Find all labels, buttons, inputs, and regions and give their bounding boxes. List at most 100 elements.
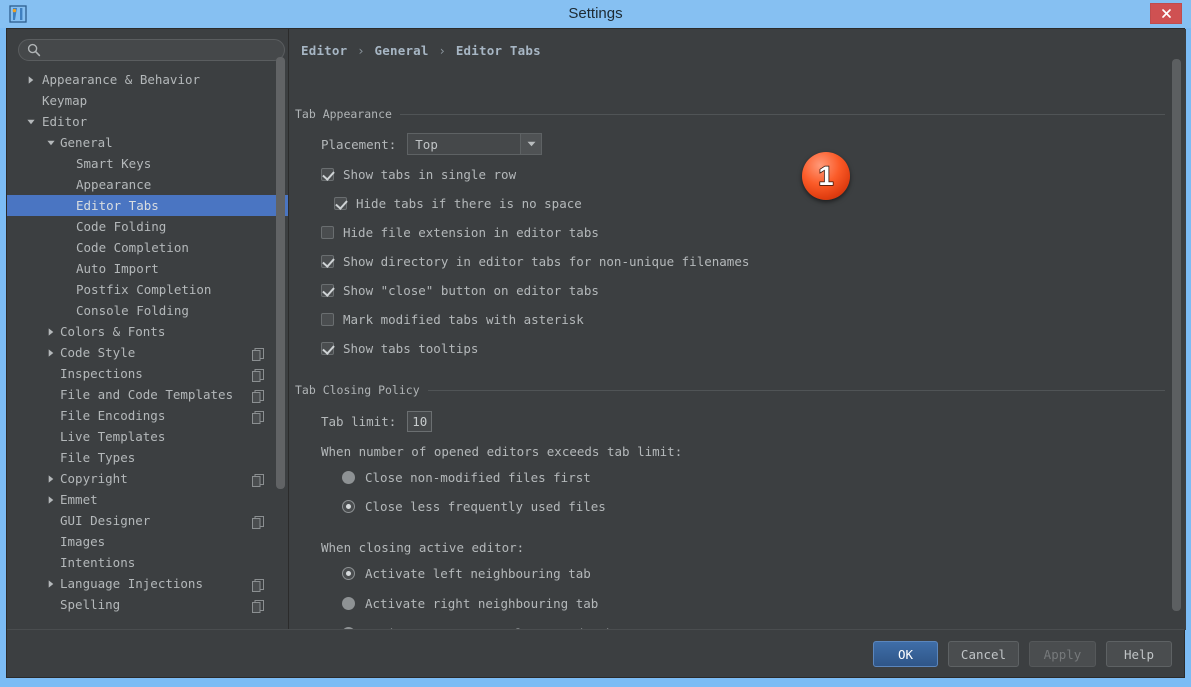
exceed-limit-label: When number of opened editors exceeds ta… xyxy=(321,444,682,459)
radio-indicator[interactable] xyxy=(342,471,355,484)
sidebar-item-file-types[interactable]: File Types xyxy=(7,447,288,468)
sidebar-scrollbar-thumb[interactable] xyxy=(276,57,285,489)
sidebar-item-label: Intentions xyxy=(60,552,135,573)
sidebar-item-label: Postfix Completion xyxy=(76,279,211,300)
dialog-button-bar: OK Cancel Apply Help xyxy=(7,629,1184,677)
checkbox-row-hide-file-extension-in-editor-tabs[interactable]: Hide file extension in editor tabs xyxy=(321,225,599,240)
sidebar-item-label: Live Templates xyxy=(60,426,165,447)
tab-limit-label: Tab limit: xyxy=(321,414,396,429)
sidebar-item-code-completion[interactable]: Code Completion xyxy=(7,237,288,258)
sidebar-item-emmet[interactable]: Emmet xyxy=(7,489,288,510)
project-scope-icon xyxy=(252,346,264,359)
title-bar: Settings xyxy=(0,0,1191,28)
chevron-right-icon[interactable] xyxy=(45,573,57,594)
sidebar-item-file-encodings[interactable]: File Encodings xyxy=(7,405,288,426)
checkbox-indicator[interactable] xyxy=(321,255,334,268)
help-button[interactable]: Help xyxy=(1106,641,1172,667)
radio-indicator[interactable] xyxy=(342,567,355,580)
checkbox-indicator[interactable] xyxy=(321,168,334,181)
radio-label: Close less frequently used files xyxy=(365,499,606,514)
breadcrumb-part[interactable]: General xyxy=(375,43,429,58)
sidebar-item-console-folding[interactable]: Console Folding xyxy=(7,300,288,321)
radio-row-close-non-modified-files-first[interactable]: Close non-modified files first xyxy=(342,470,591,485)
sidebar-item-images[interactable]: Images xyxy=(7,531,288,552)
checkbox-indicator[interactable] xyxy=(321,342,334,355)
chevron-down-icon[interactable] xyxy=(45,132,57,153)
breadcrumb-part[interactable]: Editor xyxy=(301,43,347,58)
sidebar-item-smart-keys[interactable]: Smart Keys xyxy=(7,153,288,174)
sidebar-item-appearance[interactable]: Appearance xyxy=(7,174,288,195)
sidebar-item-appearance-behavior[interactable]: Appearance & Behavior xyxy=(7,69,288,90)
sidebar-item-colors-fonts[interactable]: Colors & Fonts xyxy=(7,321,288,342)
sidebar-item-language-injections[interactable]: Language Injections xyxy=(7,573,288,594)
content-scrollbar[interactable] xyxy=(1171,29,1183,630)
sidebar-item-label: Code Completion xyxy=(76,237,189,258)
sidebar-item-editor[interactable]: Editor xyxy=(7,111,288,132)
chevron-right-icon[interactable] xyxy=(45,489,57,510)
tab-limit-input[interactable]: 10 xyxy=(407,411,432,432)
sidebar-item-keymap[interactable]: Keymap xyxy=(7,90,288,111)
radio-row-activate-left-neighbouring-tab[interactable]: Activate left neighbouring tab xyxy=(342,566,591,581)
chevron-down-icon[interactable] xyxy=(25,111,37,132)
checkbox-label: Show tabs in single row xyxy=(343,167,516,182)
sidebar-item-label: Emmet xyxy=(60,489,98,510)
close-button[interactable] xyxy=(1150,3,1182,24)
checkbox-indicator[interactable] xyxy=(334,197,347,210)
sidebar-item-copyright[interactable]: Copyright xyxy=(7,468,288,489)
sidebar-item-postfix-completion[interactable]: Postfix Completion xyxy=(7,279,288,300)
apply-button: Apply xyxy=(1029,641,1096,667)
group-title: Tab Closing Policy xyxy=(295,383,428,397)
checkbox-row-show-directory-in-editor-tabs-for-non-unique-filenames[interactable]: Show directory in editor tabs for non-un… xyxy=(321,254,749,269)
checkbox-indicator[interactable] xyxy=(321,226,334,239)
chevron-right-icon[interactable] xyxy=(45,468,57,489)
sidebar-item-code-folding[interactable]: Code Folding xyxy=(7,216,288,237)
sidebar-item-live-templates[interactable]: Live Templates xyxy=(7,426,288,447)
sidebar-scrollbar[interactable] xyxy=(275,29,286,630)
placement-dropdown[interactable]: Top xyxy=(407,133,542,155)
settings-content-panel: Editor › General › Editor Tabs Tab Appea… xyxy=(289,29,1186,630)
sidebar-item-intentions[interactable]: Intentions xyxy=(7,552,288,573)
content-scrollbar-thumb[interactable] xyxy=(1172,59,1181,611)
radio-indicator[interactable] xyxy=(342,500,355,513)
sidebar-item-label: Keymap xyxy=(42,90,87,111)
radio-label: Activate right neighbouring tab xyxy=(365,596,598,611)
chevron-down-icon[interactable] xyxy=(520,134,541,154)
checkbox-indicator[interactable] xyxy=(321,313,334,326)
group-title: Tab Appearance xyxy=(295,107,400,121)
sidebar-item-general[interactable]: General xyxy=(7,132,288,153)
sidebar-item-label: Language Injections xyxy=(60,573,203,594)
checkbox-row-show-tabs-in-single-row[interactable]: Show tabs in single row xyxy=(321,167,516,182)
ok-button[interactable]: OK xyxy=(873,641,938,667)
settings-tree: Appearance & BehaviorKeymapEditorGeneral… xyxy=(7,69,288,630)
checkbox-row-hide-tabs-if-there-is-no-space[interactable]: Hide tabs if there is no space xyxy=(334,196,582,211)
radio-indicator[interactable] xyxy=(342,597,355,610)
sidebar-item-label: Colors & Fonts xyxy=(60,321,165,342)
radio-row-activate-right-neighbouring-tab[interactable]: Activate right neighbouring tab xyxy=(342,596,598,611)
checkbox-label: Hide tabs if there is no space xyxy=(356,196,582,211)
sidebar-item-spelling[interactable]: Spelling xyxy=(7,594,288,615)
group-header-tab-appearance: Tab Appearance xyxy=(295,107,1165,121)
placement-selected-value: Top xyxy=(408,137,520,152)
sidebar-item-gui-designer[interactable]: GUI Designer xyxy=(7,510,288,531)
sidebar-item-code-style[interactable]: Code Style xyxy=(7,342,288,363)
sidebar-item-inspections[interactable]: Inspections xyxy=(7,363,288,384)
sidebar-item-label: Code Folding xyxy=(76,216,166,237)
sidebar-item-auto-import[interactable]: Auto Import xyxy=(7,258,288,279)
checkbox-row-mark-modified-tabs-with-asterisk[interactable]: Mark modified tabs with asterisk xyxy=(321,312,584,327)
checkbox-row-show-tabs-tooltips[interactable]: Show tabs tooltips xyxy=(321,341,478,356)
chevron-right-icon[interactable] xyxy=(25,69,37,90)
radio-row-close-less-frequently-used-files[interactable]: Close less frequently used files xyxy=(342,499,606,514)
cancel-button[interactable]: Cancel xyxy=(948,641,1019,667)
sidebar-item-file-and-code-templates[interactable]: File and Code Templates xyxy=(7,384,288,405)
search-input[interactable] xyxy=(18,39,285,61)
breadcrumb-part: Editor Tabs xyxy=(456,43,541,58)
chevron-right-icon[interactable] xyxy=(45,321,57,342)
sidebar-item-label: General xyxy=(60,132,113,153)
search-box[interactable] xyxy=(18,39,285,61)
sidebar-item-label: Appearance xyxy=(76,174,151,195)
chevron-right-icon[interactable] xyxy=(45,342,57,363)
sidebar-item-editor-tabs[interactable]: Editor Tabs xyxy=(7,195,288,216)
checkbox-row-show-close-button-on-editor-tabs[interactable]: Show "close" button on editor tabs xyxy=(321,283,599,298)
project-scope-icon xyxy=(252,577,264,590)
checkbox-indicator[interactable] xyxy=(321,284,334,297)
